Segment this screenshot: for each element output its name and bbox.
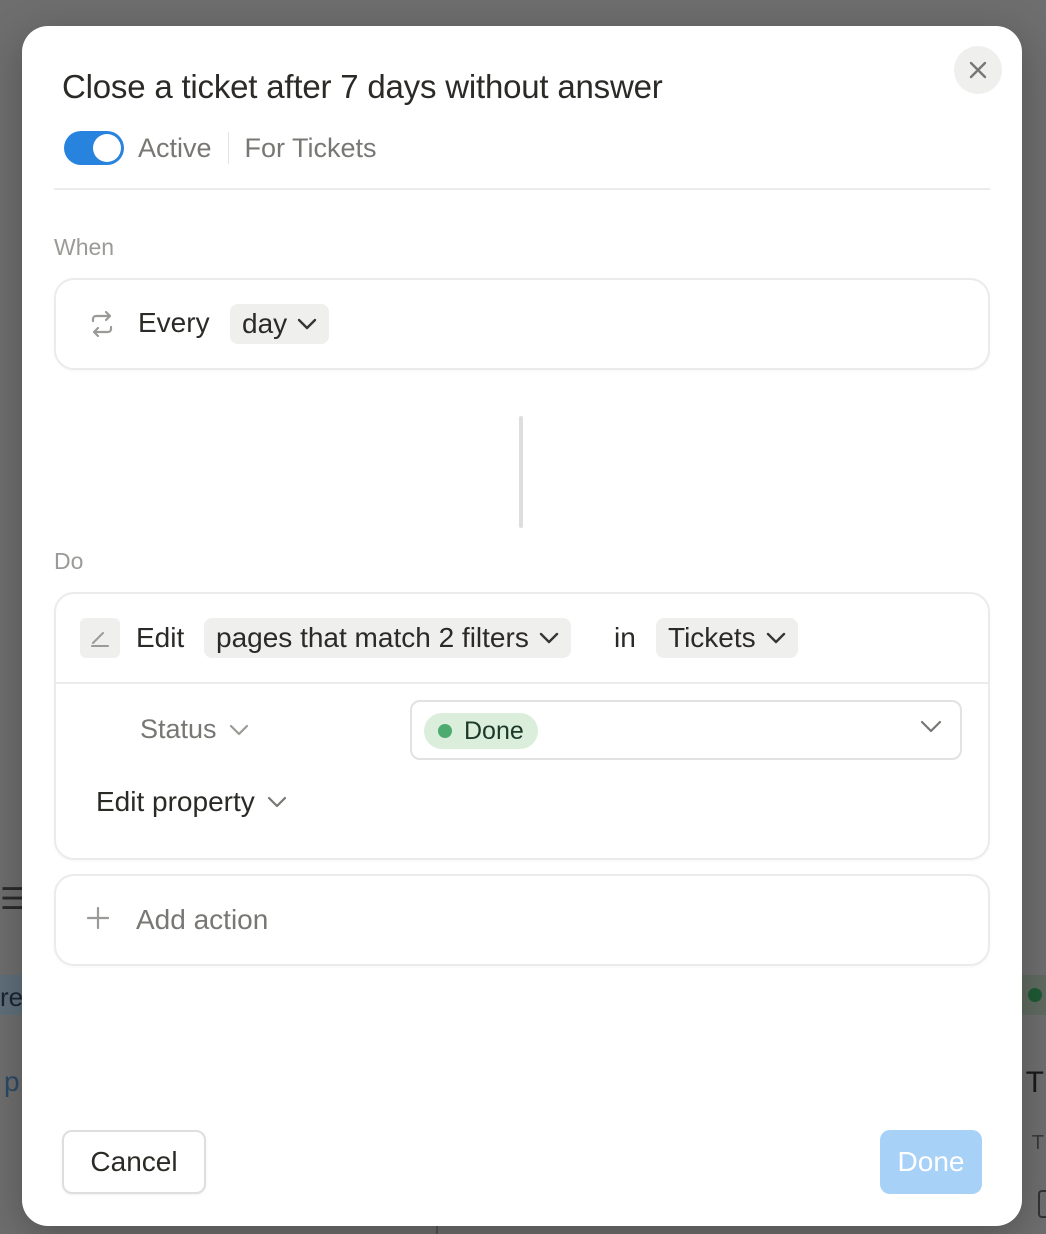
add-action-button[interactable]: Add action bbox=[54, 874, 990, 966]
property-name: Status bbox=[140, 714, 217, 744]
background-checkbox bbox=[1038, 1190, 1046, 1218]
background-text-fragment: T bbox=[1025, 1066, 1044, 1099]
property-name-dropdown[interactable]: Status bbox=[140, 714, 249, 745]
every-label: Every bbox=[138, 307, 210, 338]
automation-modal: Close a ticket after 7 days without answ… bbox=[22, 26, 1022, 1226]
do-section-label: Do bbox=[54, 548, 84, 574]
action-label: Edit bbox=[136, 622, 185, 653]
frequency-value: day bbox=[242, 308, 288, 339]
chevron-down-icon bbox=[297, 318, 317, 330]
database-dropdown[interactable]: Tickets bbox=[656, 618, 798, 658]
cancel-button[interactable]: Cancel bbox=[62, 1130, 206, 1194]
done-button[interactable]: Done bbox=[880, 1130, 982, 1194]
target-filter-value: pages that match 2 filters bbox=[216, 622, 529, 653]
when-section-label: When bbox=[54, 234, 115, 260]
in-label: in bbox=[614, 622, 636, 653]
status-badge: Done bbox=[424, 713, 538, 749]
property-value-select[interactable]: Done bbox=[410, 700, 962, 760]
frequency-dropdown[interactable]: day bbox=[230, 304, 330, 344]
background-text-fragment: T bbox=[1031, 1132, 1044, 1154]
edit-pencil-icon bbox=[80, 618, 120, 658]
background-text-fragment: p bbox=[4, 1066, 20, 1097]
chevron-down-icon bbox=[920, 720, 942, 733]
chevron-down-icon bbox=[267, 796, 286, 808]
meta-divider bbox=[227, 132, 229, 164]
target-filter-dropdown[interactable]: pages that match 2 filters bbox=[204, 618, 571, 658]
chevron-down-icon bbox=[229, 724, 248, 735]
header-divider bbox=[54, 188, 990, 190]
trigger-card[interactable]: Every day bbox=[54, 278, 990, 370]
plus-icon bbox=[86, 906, 110, 930]
active-toggle[interactable] bbox=[64, 131, 124, 165]
close-icon bbox=[969, 61, 987, 79]
automation-title[interactable]: Close a ticket after 7 days without answ… bbox=[62, 68, 663, 106]
add-action-label: Add action bbox=[136, 904, 269, 935]
toggle-knob bbox=[93, 134, 121, 162]
background-divider bbox=[436, 1226, 438, 1234]
action-card: Edit pages that match 2 filters in Ticke… bbox=[54, 592, 990, 860]
action-header: Edit pages that match 2 filters in Ticke… bbox=[56, 594, 988, 684]
background-text-fragment: re bbox=[0, 982, 24, 1012]
repeat-icon bbox=[91, 310, 113, 338]
chevron-down-icon bbox=[539, 632, 559, 644]
status-value: Done bbox=[464, 716, 524, 745]
chevron-down-icon bbox=[766, 632, 785, 644]
automation-meta: Active For Tickets bbox=[64, 130, 377, 166]
scope-label: For Tickets bbox=[244, 132, 377, 163]
edit-property-dropdown[interactable]: Edit property bbox=[96, 786, 287, 818]
status-dot bbox=[438, 724, 452, 738]
active-label: Active bbox=[138, 132, 212, 163]
background-status-dot bbox=[1028, 988, 1042, 1002]
close-button[interactable] bbox=[954, 46, 1002, 94]
edit-property-label: Edit property bbox=[96, 786, 255, 817]
step-connector bbox=[519, 416, 523, 528]
database-value: Tickets bbox=[668, 622, 756, 653]
